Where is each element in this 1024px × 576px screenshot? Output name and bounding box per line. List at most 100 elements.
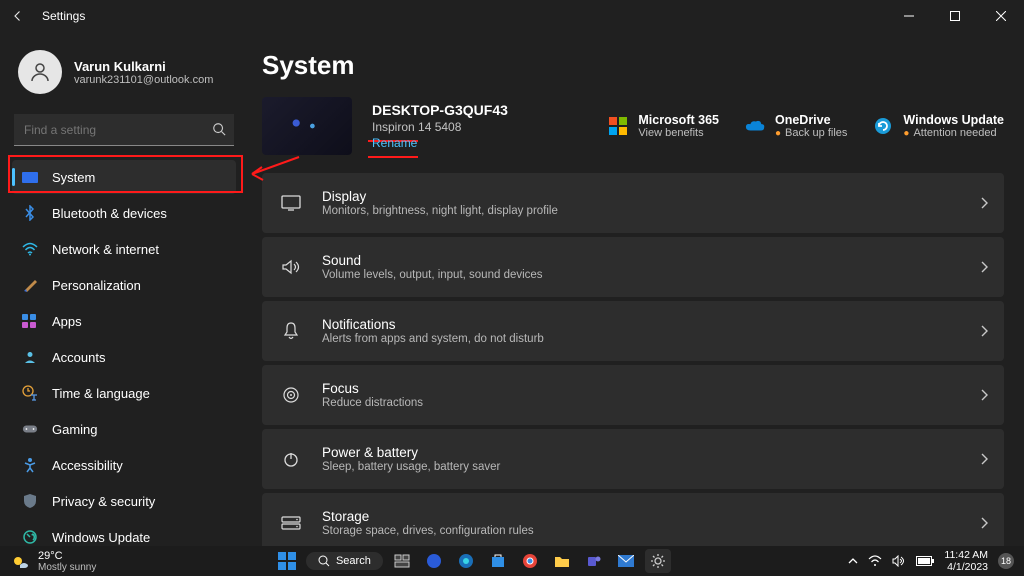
settings-search[interactable] (14, 114, 234, 146)
card-sub: Monitors, brightness, night light, displ… (322, 205, 558, 217)
card-notifications[interactable]: NotificationsAlerts from apps and system… (262, 301, 1004, 361)
card-power[interactable]: Power & batterySleep, battery usage, bat… (262, 429, 1004, 489)
close-button[interactable] (978, 0, 1024, 32)
chevron-right-icon (980, 389, 988, 401)
maximize-button[interactable] (932, 0, 978, 32)
avatar (18, 50, 62, 94)
monitor-icon (22, 169, 38, 185)
settings-cards: DisplayMonitors, brightness, night light… (262, 173, 1004, 546)
promo-sub: View benefits (638, 127, 719, 139)
chevron-right-icon (980, 261, 988, 273)
taskbar-app-2[interactable] (453, 549, 479, 573)
taskbar: 29°C Mostly sunny Search 11:42 AM 4/1/20… (0, 546, 1024, 576)
wifi-icon (22, 241, 38, 257)
nav-item-accessibility[interactable]: Accessibility (12, 448, 236, 482)
nav-label: Privacy & security (52, 494, 155, 509)
accessibility-icon (22, 457, 38, 473)
back-icon[interactable] (12, 10, 24, 22)
shield-icon (22, 493, 38, 509)
promo-m365[interactable]: Microsoft 365 View benefits (608, 113, 719, 139)
card-title: Notifications (322, 317, 544, 332)
nav-label: Time & language (52, 386, 150, 401)
card-sub: Sleep, battery usage, battery saver (322, 461, 500, 473)
tray-battery-icon[interactable] (916, 556, 934, 566)
start-button[interactable] (274, 549, 300, 573)
promo-title: OneDrive (775, 113, 847, 127)
minimize-button[interactable] (886, 0, 932, 32)
main-pane: System DESKTOP-G3QUF43 Inspiron 14 5408 … (244, 32, 1024, 546)
taskbar-search[interactable]: Search (306, 552, 383, 570)
taskbar-clock[interactable]: 11:42 AM 4/1/2023 (944, 549, 988, 573)
chevron-right-icon (980, 197, 988, 209)
taskbar-settings-icon[interactable] (645, 549, 671, 573)
nav-label: Accounts (52, 350, 105, 365)
taskbar-mail-icon[interactable] (613, 549, 639, 573)
nav-label: System (52, 170, 95, 185)
card-focus[interactable]: FocusReduce distractions (262, 365, 1004, 425)
rename-link[interactable]: Rename (372, 136, 508, 150)
taskbar-teams-icon[interactable] (581, 549, 607, 573)
card-title: Sound (322, 253, 543, 268)
nav-item-accounts[interactable]: Accounts (12, 340, 236, 374)
bluetooth-icon (22, 205, 38, 221)
taskbar-app-1[interactable] (421, 549, 447, 573)
promo-title: Microsoft 365 (638, 113, 719, 127)
card-title: Focus (322, 381, 423, 396)
user-email: varunk231101@outlook.com (74, 74, 213, 86)
storage-icon (280, 516, 302, 530)
clock-lang-icon (22, 385, 38, 401)
search-input[interactable] (14, 114, 234, 146)
nav-item-network[interactable]: Network & internet (12, 232, 236, 266)
taskbar-search-label: Search (336, 555, 371, 567)
focus-icon (280, 386, 302, 404)
nav-item-bluetooth[interactable]: Bluetooth & devices (12, 196, 236, 230)
card-storage[interactable]: StorageStorage space, drives, configurat… (262, 493, 1004, 546)
nav-item-time-language[interactable]: Time & language (12, 376, 236, 410)
card-sub: Reduce distractions (322, 397, 423, 409)
user-account-block[interactable]: Varun Kulkarni varunk231101@outlook.com (12, 44, 236, 106)
promo-windows-update[interactable]: Windows Update ●Attention needed (873, 113, 1004, 139)
grid-icon (22, 313, 38, 329)
tray-volume-icon[interactable] (892, 555, 906, 567)
tray-wifi-icon[interactable] (868, 555, 882, 567)
card-title: Storage (322, 509, 534, 524)
nav-label: Gaming (52, 422, 98, 437)
device-info-row: DESKTOP-G3QUF43 Inspiron 14 5408 Rename … (262, 97, 1004, 155)
card-display[interactable]: DisplayMonitors, brightness, night light… (262, 173, 1004, 233)
chevron-right-icon (980, 325, 988, 337)
search-icon (318, 555, 330, 567)
card-title: Display (322, 189, 558, 204)
nav-item-privacy[interactable]: Privacy & security (12, 484, 236, 518)
nav-item-system[interactable]: System (12, 160, 236, 194)
nav-label: Bluetooth & devices (52, 206, 167, 221)
person-icon (28, 60, 52, 84)
chevron-right-icon (980, 517, 988, 529)
device-model: Inspiron 14 5408 (372, 120, 508, 134)
nav-label: Personalization (52, 278, 141, 293)
user-name: Varun Kulkarni (74, 59, 213, 74)
tray-chevron-icon[interactable] (848, 557, 858, 565)
sidebar: Varun Kulkarni varunk231101@outlook.com … (0, 32, 244, 546)
taskbar-chrome-icon[interactable] (517, 549, 543, 573)
card-sub: Storage space, drives, configuration rul… (322, 525, 534, 537)
promo-onedrive[interactable]: OneDrive ●Back up files (745, 113, 847, 139)
nav-item-personalization[interactable]: Personalization (12, 268, 236, 302)
nav-item-apps[interactable]: Apps (12, 304, 236, 338)
person-icon (22, 349, 38, 365)
paintbrush-icon (22, 277, 38, 293)
taskbar-store-icon[interactable] (485, 549, 511, 573)
device-thumbnail (262, 97, 352, 155)
nav-label: Network & internet (52, 242, 159, 257)
window-title: Settings (42, 9, 85, 23)
promo-sub: ●Back up files (775, 127, 847, 139)
card-sound[interactable]: SoundVolume levels, output, input, sound… (262, 237, 1004, 297)
notification-badge[interactable]: 18 (998, 553, 1014, 569)
nav-item-gaming[interactable]: Gaming (12, 412, 236, 446)
power-icon (280, 450, 302, 468)
weather-temp: 29°C (38, 550, 96, 562)
task-view-icon[interactable] (389, 549, 415, 573)
taskbar-weather[interactable]: 29°C Mostly sunny (10, 550, 96, 573)
taskbar-explorer-icon[interactable] (549, 549, 575, 573)
nav-list: System Bluetooth & devices Network & int… (12, 160, 236, 554)
weather-icon (10, 551, 30, 571)
